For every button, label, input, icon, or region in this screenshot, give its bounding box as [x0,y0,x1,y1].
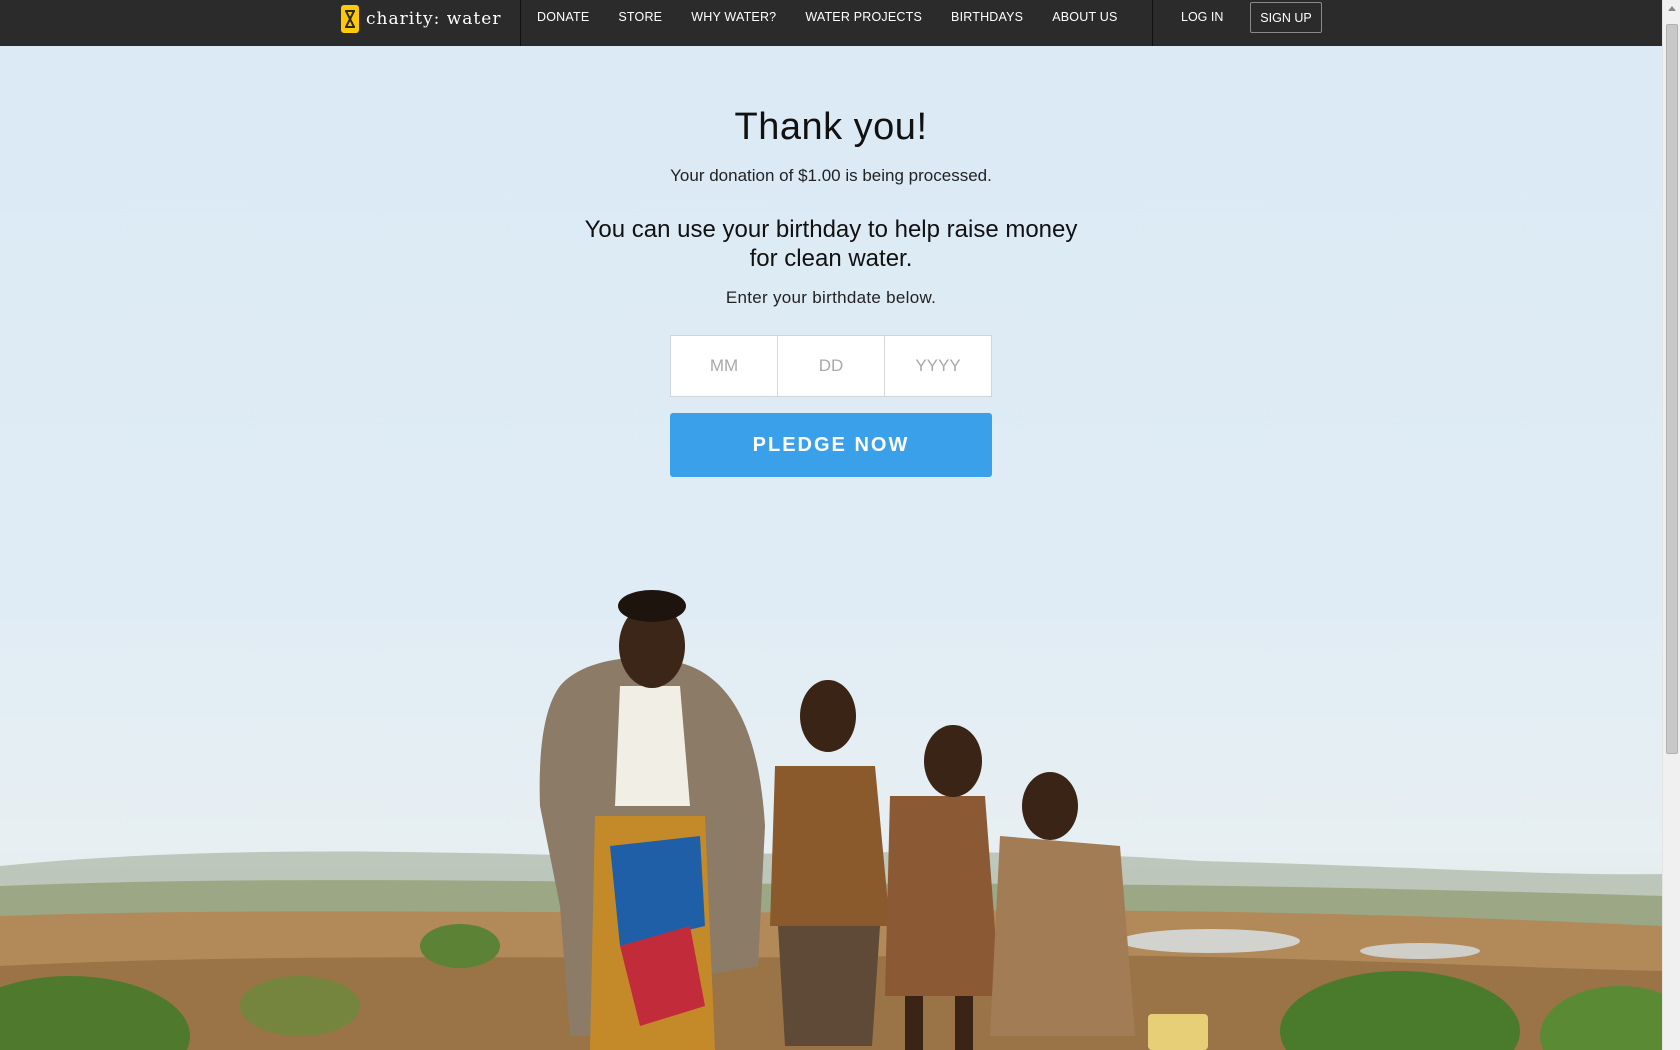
nav-item-why-water[interactable]: WHY WATER? [691,10,776,24]
scrollbar-thumb[interactable] [1666,24,1678,754]
birth-year-field[interactable]: YYYY [885,336,991,396]
sign-up-button[interactable]: SIGN UP [1250,2,1322,33]
jerrycan-icon [341,5,359,33]
nav-item-about-us[interactable]: ABOUT US [1052,10,1117,24]
nav-item-store[interactable]: STORE [618,10,662,24]
nav-item-water-projects[interactable]: WATER PROJECTS [805,10,922,24]
birthday-pitch-text: You can use your birthday to help raise … [584,216,1078,272]
log-in-link[interactable]: LOG IN [1181,10,1223,24]
main-nav: DONATE STORE WHY WATER? WATER PROJECTS B… [537,0,1147,34]
birthdate-input-group: MM DD YYYY [670,335,992,397]
top-navigation-bar: charity: water DONATE STORE WHY WATER? W… [0,0,1662,46]
brand-name: charity: water [366,9,502,29]
donation-status-text: Your donation of $1.00 is being processe… [670,166,992,185]
nav-item-donate[interactable]: DONATE [537,10,589,24]
nav-divider-left [520,0,521,46]
nav-divider-right [1152,0,1153,46]
hero-photo [0,46,1662,1050]
pledge-now-button[interactable]: PLEDGE NOW [670,413,992,477]
page-scrollbar[interactable] [1662,0,1680,1050]
nav-item-birthdays[interactable]: BIRTHDAYS [951,10,1023,24]
scrollbar-up-arrow-icon[interactable] [1668,6,1676,11]
birthdate-prompt: Enter your birthdate below. [725,288,937,307]
birth-month-field[interactable]: MM [671,336,778,396]
charity-water-logo[interactable]: charity: water [341,4,501,34]
birth-day-field[interactable]: DD [778,336,885,396]
page-title: Thank you! [734,106,928,148]
